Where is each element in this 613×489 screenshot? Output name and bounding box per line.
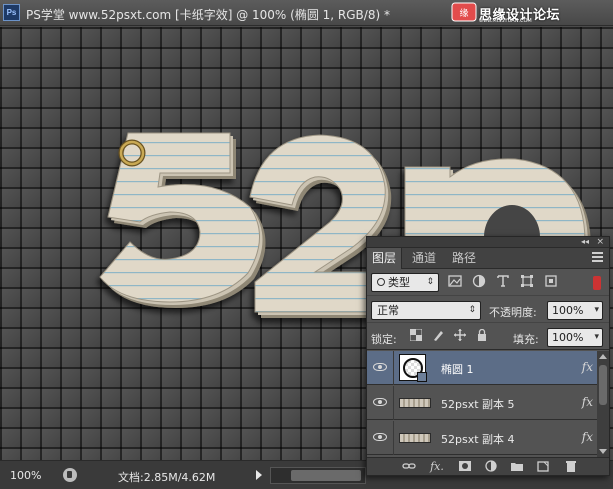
- type-filter-icon[interactable]: [495, 274, 511, 290]
- visibility-eye-icon[interactable]: [373, 397, 387, 407]
- document-size: 文档:2.85M/4.62M: [118, 471, 216, 484]
- collapse-panel-icon[interactable]: ◂◂: [581, 238, 589, 246]
- layer-thumbnail-text[interactable]: [399, 433, 431, 443]
- search-icon: [377, 278, 385, 286]
- panel-menu-icon[interactable]: [592, 252, 603, 263]
- layer-row-52psxt-copy-5[interactable]: 52psxt 副本 5 fx: [367, 386, 597, 420]
- layer-effects-fx-icon[interactable]: fx: [582, 395, 593, 409]
- lock-transparent-pixels-icon[interactable]: [409, 328, 423, 343]
- filter-toggle-switch[interactable]: [593, 276, 601, 290]
- fill-value: 100%: [552, 331, 584, 344]
- smart-object-filter-icon[interactable]: [543, 274, 559, 290]
- zoom-level[interactable]: 100%: [10, 469, 58, 484]
- watermark-logo: 缘 思缘设计论坛 www.MISSYUAN.COM: [449, 1, 609, 24]
- filter-kind-label: 类型: [388, 276, 410, 289]
- filter-row: 类型 ⇕: [367, 270, 609, 296]
- add-layer-style-fx-icon[interactable]: fx.: [429, 460, 445, 474]
- scroll-up-icon[interactable]: [599, 354, 607, 359]
- title-bar: Ps PS学堂 www.52psxt.com [卡纸字效] @ 100% (椭圆…: [0, 0, 613, 26]
- blend-caret-icon: ⇕: [468, 305, 476, 315]
- opacity-input[interactable]: 100% ▾: [547, 301, 603, 320]
- svg-text:缘: 缘: [459, 7, 468, 19]
- layers-scroll-thumb[interactable]: [599, 365, 607, 405]
- layer-name[interactable]: 椭圆 1: [441, 361, 474, 377]
- layer-thumbnail-shape[interactable]: [399, 354, 427, 382]
- blend-mode-select[interactable]: 正常 ⇕: [371, 301, 481, 320]
- layers-scrollbar[interactable]: [597, 351, 609, 457]
- new-adjustment-layer-icon[interactable]: [483, 460, 499, 474]
- filter-caret-icon: ⇕: [426, 277, 434, 287]
- scroll-down-icon[interactable]: [599, 449, 607, 454]
- adjustment-filter-icon[interactable]: [471, 274, 487, 290]
- visibility-eye-icon[interactable]: [373, 362, 387, 372]
- add-mask-icon[interactable]: [457, 460, 473, 474]
- opacity-value: 100%: [552, 304, 584, 317]
- horizontal-scrollbar[interactable]: [270, 467, 366, 484]
- layers-list: 椭圆 1 fx 52psxt 副本 5 fx 52psxt 副本 4 fx: [367, 351, 609, 457]
- opacity-caret-icon[interactable]: ▾: [594, 305, 599, 315]
- delete-layer-trash-icon[interactable]: [563, 460, 579, 474]
- layer-row-52psxt-copy-4[interactable]: 52psxt 副本 4 fx: [367, 421, 597, 455]
- panel-tabs: 图层 通道 路径: [367, 248, 609, 269]
- layer-filter-select[interactable]: 类型 ⇕: [371, 273, 439, 292]
- layer-name[interactable]: 52psxt 副本 4: [441, 431, 515, 447]
- layer-thumbnail-text[interactable]: [399, 398, 431, 408]
- link-layers-icon[interactable]: [401, 460, 417, 474]
- tab-channels[interactable]: 通道: [407, 248, 441, 269]
- tab-layers[interactable]: 图层: [367, 248, 403, 269]
- lock-image-pixels-icon[interactable]: [431, 329, 445, 343]
- fill-input[interactable]: 100% ▾: [547, 328, 603, 347]
- lock-position-icon[interactable]: [453, 329, 467, 343]
- layer-row-ellipse-1[interactable]: 椭圆 1 fx: [367, 351, 597, 385]
- photoshop-logo-icon: Ps: [3, 4, 20, 21]
- export-status-icon[interactable]: [63, 468, 77, 482]
- layers-panel: ◂◂ × 图层 通道 路径 类型 ⇕ 正常 ⇕ 不透明度: 100% ▾ 锁定:…: [366, 236, 610, 476]
- fill-caret-icon[interactable]: ▾: [594, 332, 599, 342]
- opacity-label: 不透明度:: [489, 306, 537, 319]
- horizontal-scroll-thumb[interactable]: [291, 470, 361, 481]
- close-panel-icon[interactable]: ×: [596, 237, 604, 247]
- lock-label: 锁定:: [371, 333, 397, 346]
- new-group-folder-icon[interactable]: [509, 460, 525, 474]
- fill-label: 填充:: [513, 333, 539, 346]
- layer-name[interactable]: 52psxt 副本 5: [441, 396, 515, 412]
- status-menu-arrow-icon[interactable]: [256, 470, 262, 480]
- image-filter-icon[interactable]: [447, 274, 463, 290]
- shape-filter-icon[interactable]: [519, 274, 535, 290]
- watermark-url: www.MISSYUAN.COM: [479, 18, 532, 24]
- blend-row: 正常 ⇕ 不透明度: 100% ▾: [367, 297, 609, 323]
- tab-paths[interactable]: 路径: [447, 248, 481, 269]
- panel-footer: fx.: [367, 457, 609, 475]
- watermark-seal-icon: 缘: [451, 2, 477, 22]
- lock-all-icon[interactable]: [475, 328, 489, 343]
- panel-header-bar: ◂◂ ×: [367, 237, 609, 248]
- blend-mode-value: 正常: [377, 304, 399, 317]
- document-title: PS学堂 www.52psxt.com [卡纸字效] @ 100% (椭圆 1,…: [26, 8, 390, 22]
- visibility-eye-icon[interactable]: [373, 432, 387, 442]
- layer-effects-fx-icon[interactable]: fx: [582, 430, 593, 444]
- layer-effects-fx-icon[interactable]: fx: [582, 360, 593, 374]
- lock-row: 锁定: 填充: 100% ▾: [367, 324, 609, 350]
- new-layer-icon[interactable]: [535, 460, 551, 474]
